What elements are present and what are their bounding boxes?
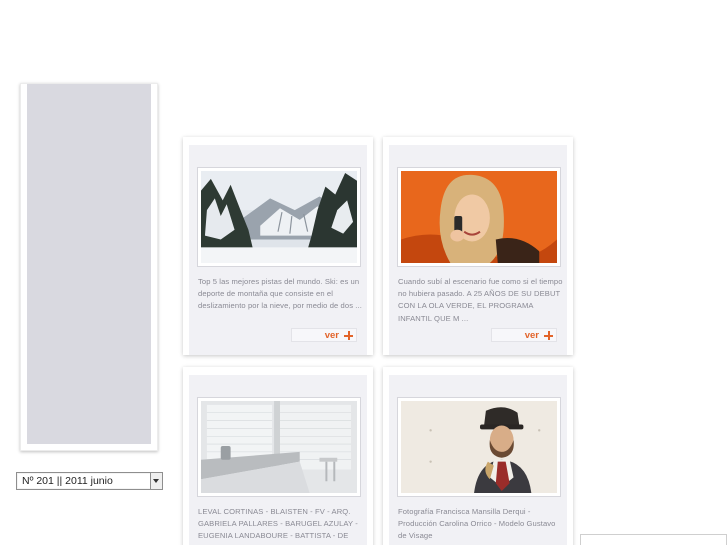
sidebar-panel: [27, 84, 151, 444]
article-excerpt: Cuando subí al escenario fue como si el …: [398, 277, 563, 323]
article-thumbnail-link[interactable]: [397, 167, 561, 267]
article-card: Fotografía Francisca Mansilla Derqui - P…: [383, 367, 573, 545]
read-more-label: ver: [324, 330, 339, 341]
read-more-link[interactable]: ver: [491, 328, 557, 342]
article-card-body: Top 5 las mejores pistas del mundo. Ski:…: [189, 145, 367, 355]
article-card-body: Fotografía Francisca Mansilla Derqui - P…: [389, 375, 567, 545]
article-card-body: Cuando subí al escenario fue como si el …: [389, 145, 567, 355]
issue-select-value: Nº 201 || 2011 junio: [22, 475, 113, 487]
article-thumbnail-link[interactable]: [197, 397, 361, 497]
read-more-link[interactable]: ver: [291, 328, 357, 342]
article-thumbnail-link[interactable]: [397, 397, 561, 497]
article-card: LEVAL CORTINAS - BLAISTEN - FV - ARQ. GA…: [183, 367, 373, 545]
article-card: Top 5 las mejores pistas del mundo. Ski:…: [183, 137, 373, 355]
sidebar-panel-frame: [20, 83, 158, 451]
article-excerpt: Fotografía Francisca Mansilla Derqui - P…: [398, 507, 556, 541]
issue-select[interactable]: Nº 201 || 2011 junio: [16, 472, 163, 490]
smiling-woman-phone-photo: [401, 171, 557, 263]
article-excerpt: LEVAL CORTINAS - BLAISTEN - FV - ARQ. GA…: [198, 507, 358, 545]
read-more-label: ver: [524, 330, 539, 341]
man-in-hat-portrait-photo: [401, 401, 557, 493]
article-card: Cuando subí al escenario fue como si el …: [383, 137, 573, 355]
article-thumbnail-link[interactable]: [197, 167, 361, 267]
plus-icon: [344, 331, 353, 340]
chevron-down-icon: [153, 479, 159, 483]
article-excerpt: Top 5 las mejores pistas del mundo. Ski:…: [198, 277, 362, 311]
kitchen-window-blinds-photo: [201, 401, 357, 493]
article-card-body: LEVAL CORTINAS - BLAISTEN - FV - ARQ. GA…: [189, 375, 367, 545]
partial-widget-box: [580, 534, 727, 545]
dropdown-arrow-button[interactable]: [150, 473, 162, 489]
plus-icon: [544, 331, 553, 340]
mountain-ski-slopes-photo: [201, 171, 357, 263]
